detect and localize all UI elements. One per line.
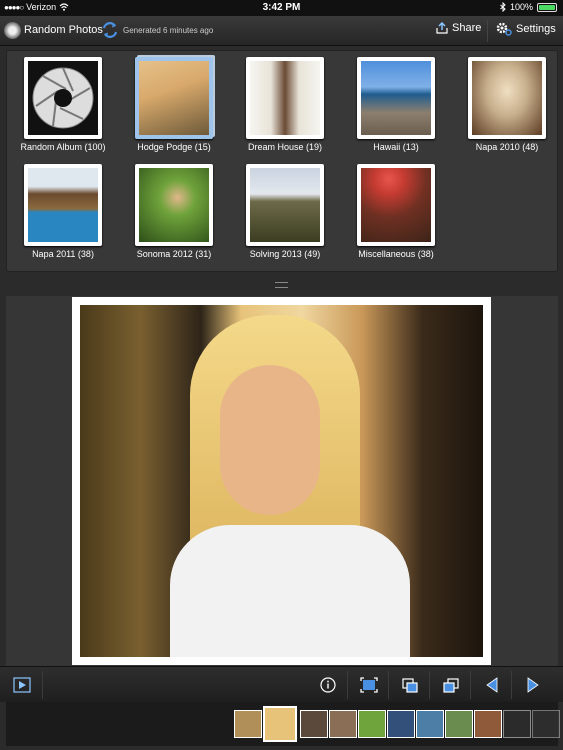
control-divider [42, 671, 43, 699]
album-solving-2013[interactable]: Solving 2013 (49) [235, 164, 335, 259]
photo-subject-face [220, 365, 320, 515]
chevron-left-icon [486, 677, 498, 693]
album-label: Napa 2011 (38) [32, 249, 94, 259]
filmstrip-thumbnail[interactable] [503, 710, 531, 738]
album-cover [246, 57, 324, 139]
album-photo [28, 168, 98, 242]
filmstrip-thumbnail[interactable] [358, 710, 386, 738]
filmstrip-thumbnail[interactable] [416, 710, 444, 738]
slideshow-button[interactable] [12, 675, 32, 695]
refresh-icon[interactable] [101, 21, 119, 39]
album-cover [246, 164, 324, 246]
app-logo-icon [4, 22, 21, 39]
album-photo [472, 61, 542, 135]
status-right: 100% [500, 2, 557, 12]
share-label: Share [452, 22, 482, 34]
album-cover [24, 164, 102, 246]
control-divider [470, 671, 471, 699]
filmstrip-thumbnail[interactable] [532, 710, 560, 738]
toolbar: Random Photos Generated 6 minutes ago Sh… [0, 16, 563, 46]
album-miscellaneous[interactable]: Miscellaneous (38) [346, 164, 446, 259]
app-title: Random Photos [24, 24, 103, 36]
info-button[interactable] [318, 675, 338, 695]
previous-photo-button[interactable] [482, 675, 502, 695]
album-cover [24, 57, 102, 139]
album-grid: Random Album (100) Hodge Podge (15) Drea… [6, 50, 558, 272]
album-photo [139, 168, 209, 242]
album-label: Hodge Podge (15) [137, 142, 211, 152]
filmstrip-thumbnail[interactable] [300, 710, 328, 738]
filmstrip-thumbnail[interactable] [329, 710, 357, 738]
album-label: Solving 2013 (49) [249, 249, 321, 259]
album-cover [468, 57, 546, 139]
battery-icon [537, 2, 557, 12]
chevron-right-icon [527, 677, 539, 693]
next-photo-button[interactable] [523, 675, 543, 695]
filmstrip-thumbnail[interactable] [445, 710, 473, 738]
album-cover [357, 164, 435, 246]
control-divider [388, 671, 389, 699]
settings-button[interactable]: Settings [496, 22, 556, 36]
settings-label: Settings [516, 23, 556, 35]
filmstrip-thumbnail[interactable] [234, 710, 262, 738]
album-napa-2010[interactable]: Napa 2010 (48) [457, 57, 557, 152]
play-icon [13, 677, 31, 693]
album-label: Sonoma 2012 (31) [136, 249, 212, 259]
album-label: Miscellaneous (38) [358, 249, 434, 259]
album-cover [357, 57, 435, 139]
move-photo-icon [443, 678, 459, 693]
share-button[interactable]: Share [436, 22, 481, 34]
status-bar: ●●●●○ Verizon 3:42 PM 100% [0, 0, 563, 16]
playback-controls [0, 666, 563, 702]
album-hawaii[interactable]: Hawaii (13) [346, 57, 446, 152]
album-label: Napa 2010 (48) [475, 142, 539, 152]
filmstrip-thumbnail-current[interactable] [263, 706, 297, 742]
album-dream-house[interactable]: Dream House (19) [235, 57, 335, 152]
bluetooth-icon [500, 2, 506, 12]
toolbar-divider [487, 20, 488, 42]
move-to-album-button[interactable] [441, 675, 461, 695]
album-random-album[interactable]: Random Album (100) [13, 57, 113, 152]
album-photo [250, 61, 320, 135]
fullscreen-button[interactable] [359, 675, 379, 695]
gear-icon [496, 22, 512, 36]
filmstrip-thumbnail[interactable] [474, 710, 502, 738]
album-cover [135, 57, 213, 139]
share-icon [436, 22, 448, 34]
copy-photo-icon [402, 678, 418, 693]
aperture-icon [28, 61, 98, 135]
filmstrip-thumbnail[interactable] [387, 710, 415, 738]
album-photo [361, 61, 431, 135]
copy-to-album-button[interactable] [400, 675, 420, 695]
control-divider [347, 671, 348, 699]
photo-subject-body [170, 525, 410, 657]
info-icon [320, 677, 336, 693]
control-divider [511, 671, 512, 699]
album-photo [139, 61, 209, 135]
album-photo [250, 168, 320, 242]
album-photo [361, 168, 431, 242]
album-sonoma-2012[interactable]: Sonoma 2012 (31) [124, 164, 224, 259]
filmstrip[interactable] [6, 702, 560, 746]
album-hodge-podge[interactable]: Hodge Podge (15) [124, 57, 224, 152]
battery-level [539, 4, 555, 10]
album-napa-2011[interactable]: Napa 2011 (38) [13, 164, 113, 259]
battery-percent: 100% [509, 2, 533, 12]
fullscreen-icon [360, 677, 378, 693]
resize-handle[interactable] [275, 282, 288, 288]
control-divider [429, 671, 430, 699]
album-label: Random Album (100) [20, 142, 106, 152]
album-cover [135, 164, 213, 246]
album-label: Dream House (19) [247, 142, 323, 152]
album-label: Hawaii (13) [373, 142, 419, 152]
generated-status: Generated 6 minutes ago [123, 26, 214, 35]
main-photo [80, 305, 483, 657]
main-photo-frame[interactable] [72, 297, 491, 665]
clock: 3:42 PM [262, 2, 301, 13]
